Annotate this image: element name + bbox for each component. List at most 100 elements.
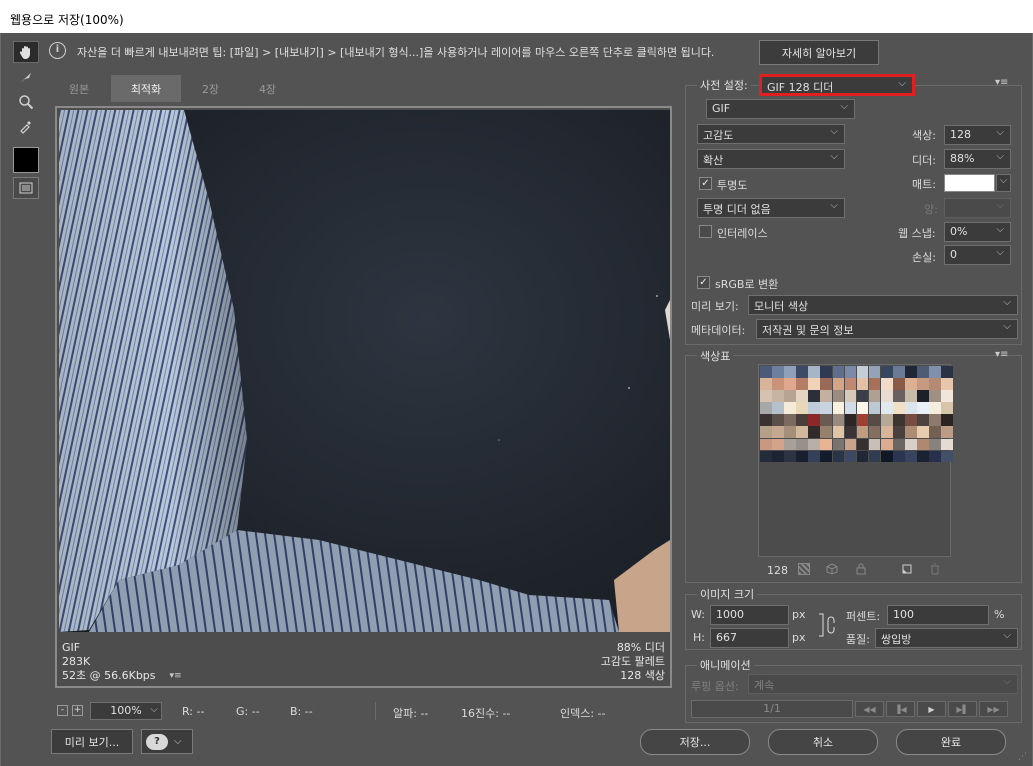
color-swatch[interactable] — [796, 450, 808, 463]
previous-frame-icon[interactable]: ▐◀ — [886, 701, 915, 717]
color-swatch[interactable] — [772, 402, 784, 414]
color-swatch[interactable] — [796, 426, 808, 439]
resize-grip-icon[interactable]: ⋰ — [1018, 752, 1028, 762]
color-swatch[interactable] — [820, 402, 833, 414]
color-swatch[interactable] — [832, 426, 845, 439]
color-swatch[interactable] — [772, 450, 784, 463]
cube-icon[interactable] — [826, 563, 838, 575]
color-swatch[interactable] — [941, 366, 953, 378]
color-swatch[interactable] — [856, 402, 869, 414]
color-swatch[interactable] — [760, 390, 772, 402]
color-swatch[interactable] — [820, 390, 833, 402]
color-swatch[interactable] — [796, 414, 808, 426]
next-frame-icon[interactable]: ▶▌ — [948, 701, 977, 717]
last-frame-icon[interactable]: ▶▶ — [979, 701, 1008, 717]
color-swatch[interactable] — [760, 450, 772, 463]
color-swatch[interactable] — [808, 450, 820, 463]
learn-more-button[interactable]: 자세히 알아보기 — [759, 40, 879, 65]
color-swatch[interactable] — [760, 366, 772, 378]
color-swatch[interactable] — [844, 438, 857, 451]
color-swatch[interactable] — [760, 414, 772, 426]
zoom-in-icon[interactable]: + — [72, 705, 83, 716]
color-swatch[interactable] — [941, 390, 953, 402]
first-frame-icon[interactable]: ◀◀ — [855, 701, 884, 717]
toggle-slices-icon[interactable] — [13, 177, 39, 199]
dither-amount-select[interactable]: 88% ⌵ — [944, 149, 1011, 169]
color-swatch[interactable] — [796, 366, 808, 378]
slice-select-tool-icon[interactable] — [13, 67, 39, 89]
width-input[interactable]: 1000 — [710, 605, 789, 625]
preview-canvas[interactable]: GIF 283K 52초 @ 56.6Kbps ▾≡ 88% 디더 고감도 팔레… — [55, 106, 672, 688]
color-swatch[interactable] — [796, 378, 808, 390]
color-swatch[interactable] — [893, 378, 905, 390]
color-swatch[interactable] — [760, 378, 772, 390]
color-swatch[interactable] — [893, 426, 905, 439]
color-swatch[interactable] — [905, 426, 917, 439]
color-swatch[interactable] — [880, 426, 893, 439]
color-swatch[interactable] — [929, 402, 941, 414]
color-swatch[interactable] — [856, 426, 869, 439]
color-swatch[interactable] — [868, 426, 881, 439]
color-swatch[interactable] — [893, 438, 905, 451]
color-swatch[interactable] — [808, 390, 820, 402]
color-swatch[interactable] — [796, 390, 808, 402]
srgb-checkbox[interactable]: ✓ — [697, 276, 710, 289]
color-swatch[interactable] — [784, 378, 796, 390]
save-button[interactable]: 저장... — [640, 729, 750, 755]
color-swatch[interactable] — [856, 414, 869, 426]
color-swatch[interactable] — [772, 378, 784, 390]
color-swatch[interactable] — [905, 366, 917, 378]
color-swatch[interactable] — [832, 450, 845, 463]
color-swatch[interactable] — [772, 414, 784, 426]
dither-algorithm-select[interactable]: 확산 ⌵ — [697, 149, 845, 169]
web-shift-icon[interactable] — [798, 563, 810, 575]
color-swatch[interactable] — [941, 426, 953, 439]
color-swatch[interactable] — [796, 438, 808, 451]
color-swatch[interactable] — [929, 378, 941, 390]
hand-tool-icon[interactable] — [13, 41, 39, 63]
color-swatch[interactable] — [808, 438, 820, 451]
zoom-out-icon[interactable]: - — [57, 705, 68, 716]
eyedropper-color-swatch[interactable] — [13, 147, 39, 173]
preview-mode-select[interactable]: 모니터 색상 ⌵ — [748, 295, 1018, 315]
color-swatch[interactable] — [820, 414, 833, 426]
color-swatch[interactable] — [844, 450, 857, 463]
color-swatch[interactable] — [917, 366, 929, 378]
color-swatch[interactable] — [905, 378, 917, 390]
color-swatch[interactable] — [832, 414, 845, 426]
metadata-select[interactable]: 저작권 및 문의 정보 ⌵ — [756, 319, 1018, 339]
quality-select[interactable]: 쌍입방 ⌵ — [875, 628, 1018, 648]
color-swatch[interactable] — [929, 438, 941, 451]
download-speed-menu-icon[interactable]: ▾≡ — [170, 669, 182, 683]
colors-select[interactable]: 128 ⌵ — [944, 125, 1011, 145]
color-swatch[interactable] — [868, 438, 881, 451]
color-swatch[interactable] — [856, 450, 869, 463]
color-swatch[interactable] — [820, 450, 833, 463]
color-swatch[interactable] — [917, 438, 929, 451]
color-swatch[interactable] — [917, 450, 929, 463]
color-swatch[interactable] — [941, 402, 953, 414]
lock-icon[interactable] — [855, 563, 867, 575]
tab-optimized[interactable]: 최적화 — [111, 75, 181, 102]
lossy-select[interactable]: 0 ⌵ — [944, 245, 1011, 265]
color-swatch[interactable] — [844, 366, 857, 378]
transparency-checkbox[interactable]: ✓ — [699, 177, 712, 190]
color-swatch[interactable] — [880, 402, 893, 414]
color-swatch[interactable] — [832, 390, 845, 402]
color-swatch[interactable] — [941, 414, 953, 426]
color-swatch[interactable] — [868, 450, 881, 463]
color-swatch[interactable] — [832, 366, 845, 378]
color-swatch[interactable] — [929, 450, 941, 463]
color-swatch[interactable] — [941, 450, 953, 463]
color-swatch[interactable] — [772, 366, 784, 378]
color-swatch[interactable] — [844, 378, 857, 390]
color-swatch[interactable] — [844, 426, 857, 439]
color-swatch[interactable] — [893, 366, 905, 378]
transparency-dither-select[interactable]: 투명 디더 없음 ⌵ — [697, 198, 845, 218]
color-swatch[interactable] — [820, 426, 833, 439]
color-swatch[interactable] — [808, 426, 820, 439]
color-swatch[interactable] — [808, 402, 820, 414]
web-snap-select[interactable]: 0% ⌵ — [944, 222, 1011, 242]
color-swatch[interactable] — [880, 450, 893, 463]
color-swatch[interactable] — [905, 402, 917, 414]
